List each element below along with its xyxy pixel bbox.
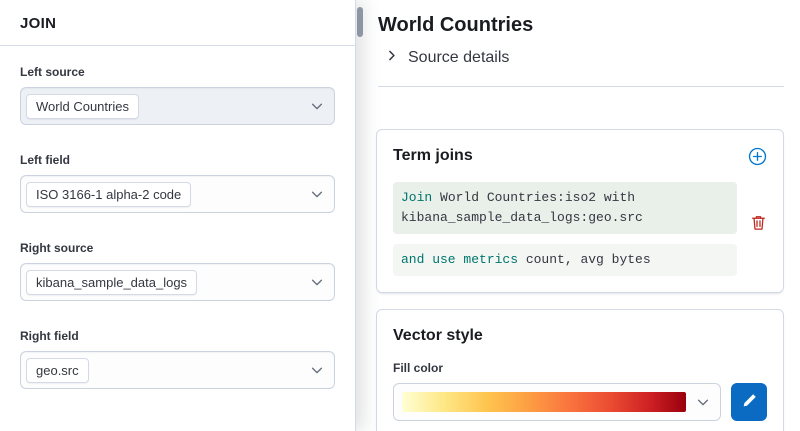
join-expression-code: Join World Countries:iso2 with kibana_sa…	[393, 182, 737, 234]
left-field-label: Left field	[20, 153, 335, 167]
left-source-label: Left source	[20, 65, 335, 79]
edit-fill-color-button[interactable]	[731, 383, 767, 421]
join-keyword: Join	[401, 190, 432, 205]
join-expression-region: Join World Countries:iso2 with kibana_sa…	[393, 182, 767, 276]
join-text: World Countries:iso2 with	[432, 190, 635, 205]
term-joins-title: Term joins	[393, 146, 473, 166]
chevron-down-icon[interactable]	[310, 99, 324, 113]
left-field-group: Left field ISO 3166-1 alpha-2 code	[20, 153, 335, 213]
plus-circle-icon	[748, 154, 767, 169]
metrics-keyword: and use metrics	[401, 252, 518, 267]
metrics-text: count, avg bytes	[518, 252, 651, 267]
join-flyout-title: JOIN	[20, 15, 335, 32]
chevron-down-icon[interactable]	[310, 187, 324, 201]
chevron-down-icon[interactable]	[310, 363, 324, 377]
add-join-button[interactable]	[748, 147, 767, 166]
app-screen: World Countries Source details Term join…	[0, 0, 800, 431]
join-flyout-body: Left source World Countries Left field I…	[0, 46, 355, 425]
left-source-group: Left source World Countries	[20, 65, 335, 125]
join-text-line2: kibana_sample_data_logs:geo.src	[401, 210, 643, 225]
chevron-down-icon[interactable]	[310, 275, 324, 289]
page-title: World Countries	[378, 13, 784, 37]
layer-settings-panel: World Countries Source details Term join…	[360, 0, 800, 431]
trash-icon	[750, 219, 767, 234]
term-joins-card: Term joins Join World Countries:iso2 wit…	[376, 129, 784, 293]
layer-content: Term joins Join World Countries:iso2 wit…	[360, 87, 800, 431]
color-ramp-gradient	[402, 392, 686, 412]
vector-style-card: Vector style Fill color	[376, 309, 784, 431]
right-source-selected-pill: kibana_sample_data_logs	[26, 270, 197, 295]
right-source-label: Right source	[20, 241, 335, 255]
right-source-combobox[interactable]: kibana_sample_data_logs	[20, 263, 335, 301]
chevron-right-icon[interactable]	[385, 49, 398, 67]
right-field-label: Right field	[20, 329, 335, 343]
source-details-label: Source details	[408, 49, 509, 67]
scrollbar-thumb[interactable]	[357, 7, 363, 37]
right-source-group: Right source kibana_sample_data_logs	[20, 241, 335, 301]
left-field-selected-pill: ISO 3166-1 alpha-2 code	[26, 182, 191, 207]
layer-header: World Countries Source details	[360, 0, 800, 87]
left-source-selected-pill: World Countries	[26, 94, 139, 119]
left-field-combobox[interactable]: ISO 3166-1 alpha-2 code	[20, 175, 335, 213]
vector-style-title: Vector style	[393, 326, 483, 346]
join-flyout: JOIN Left source World Countries Left fi…	[0, 0, 356, 431]
source-details-accordion[interactable]: Source details	[385, 49, 784, 67]
vector-style-card-header: Vector style	[393, 326, 767, 346]
right-field-selected-pill: geo.src	[26, 358, 89, 383]
join-flyout-header: JOIN	[0, 0, 355, 46]
fill-color-label: Fill color	[393, 361, 767, 375]
fill-color-select[interactable]	[393, 383, 721, 421]
fill-color-row	[393, 383, 767, 421]
term-joins-card-header: Term joins	[393, 146, 767, 166]
right-field-combobox[interactable]: geo.src	[20, 351, 335, 389]
delete-join-button[interactable]	[750, 214, 767, 231]
right-field-group: Right field geo.src	[20, 329, 335, 389]
chevron-down-icon[interactable]	[696, 395, 710, 409]
metrics-expression-code: and use metrics count, avg bytes	[393, 244, 737, 276]
left-source-combobox[interactable]: World Countries	[20, 87, 335, 125]
pencil-icon	[742, 393, 757, 411]
